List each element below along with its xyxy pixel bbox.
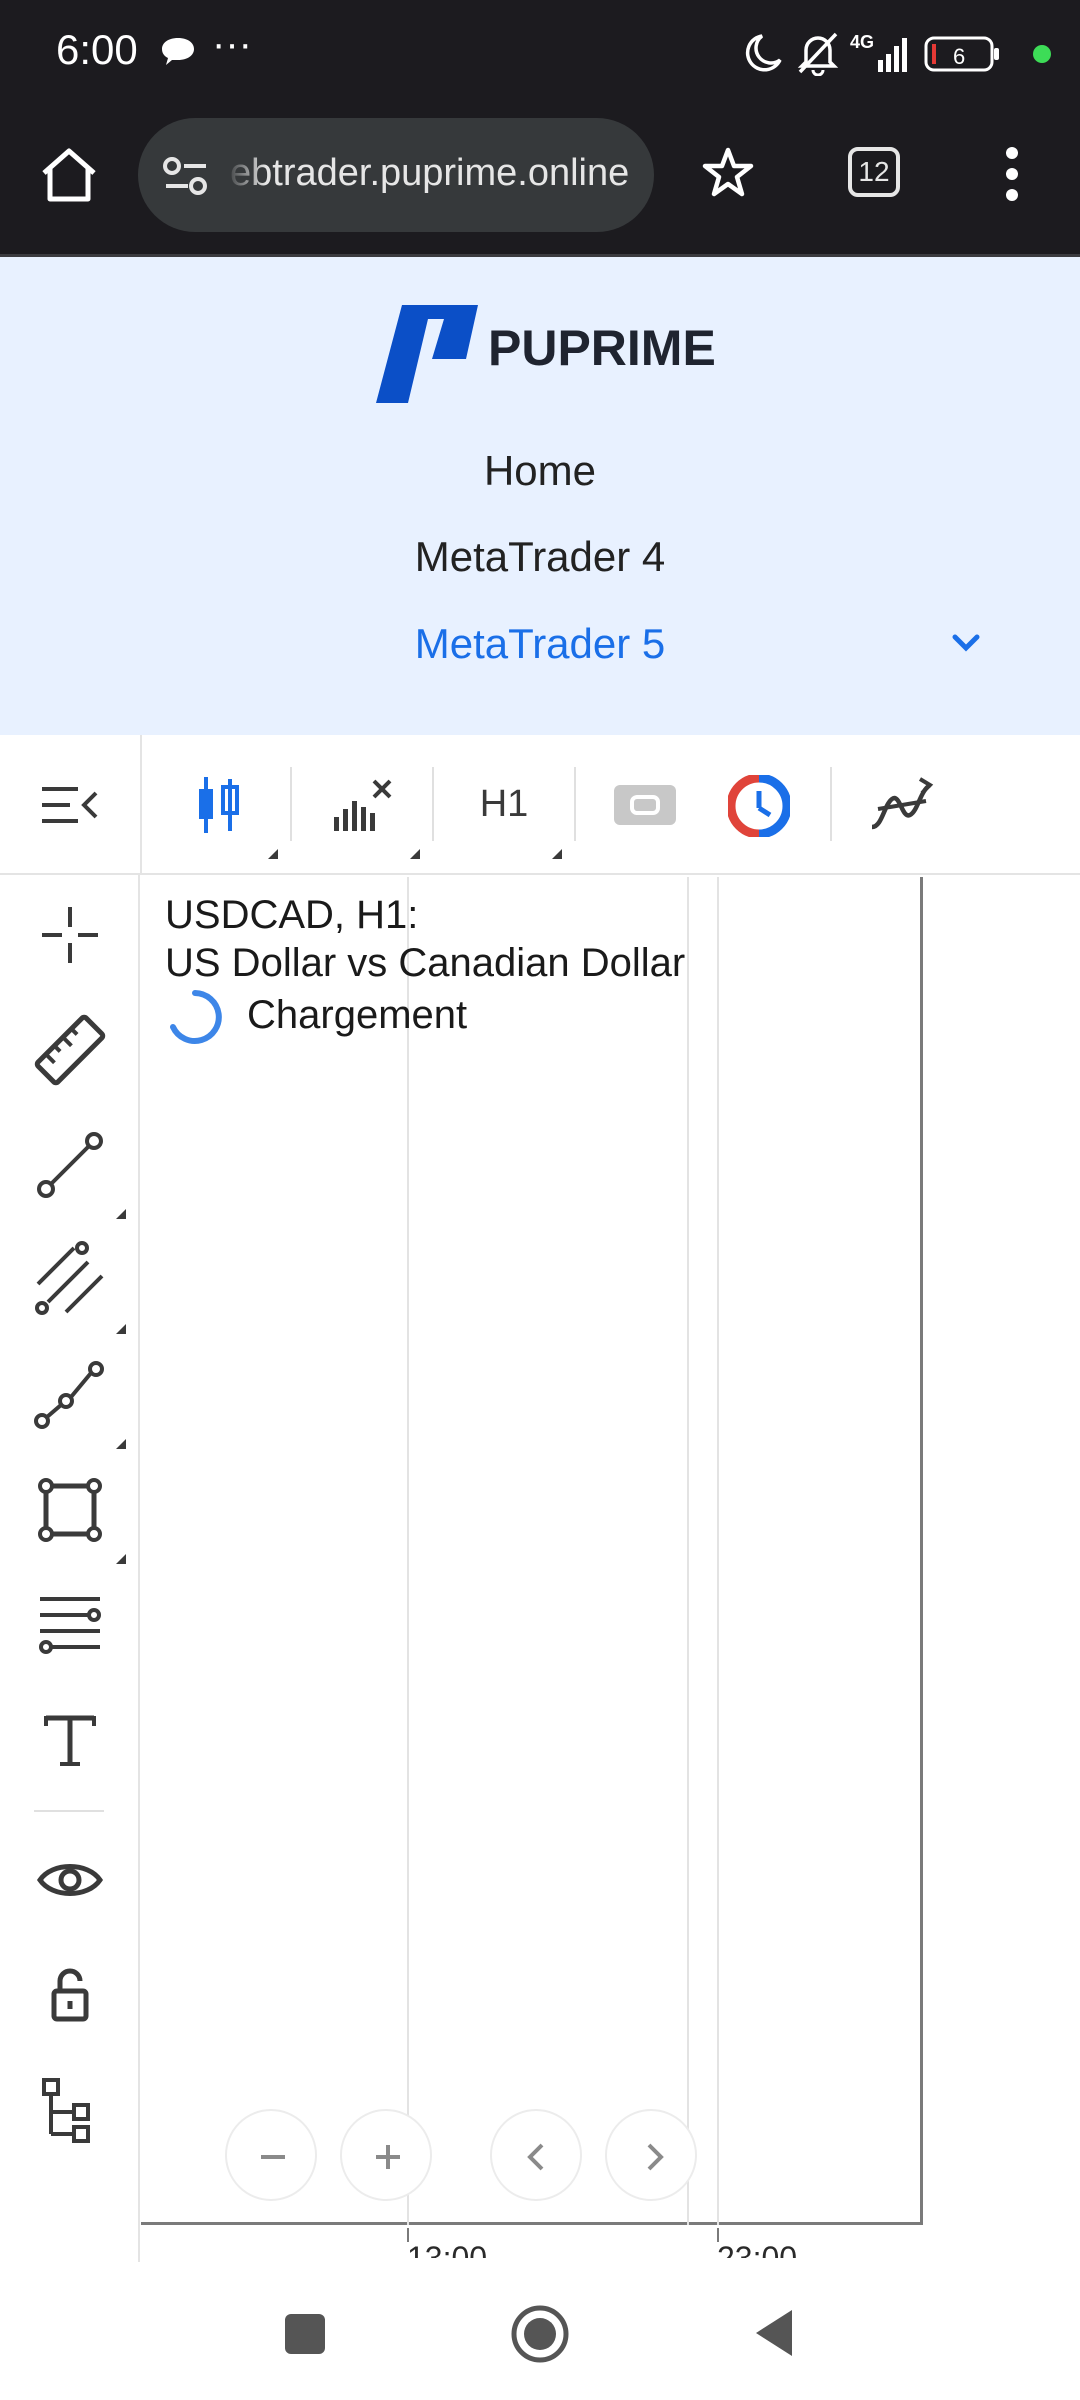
url-text: ebtrader.puprime.online xyxy=(230,152,630,194)
indicators-button[interactable] xyxy=(292,735,432,875)
trend-line-icon xyxy=(37,1132,103,1198)
loading-text: Chargement xyxy=(247,993,468,1037)
chart-symbol-info: USDCAD, H1: US Dollar vs Canadian Dollar xyxy=(165,891,685,987)
loading-indicator: Chargement xyxy=(165,987,467,1047)
chart-symbol-line: USDCAD, H1: xyxy=(165,893,419,937)
battery-icon: 6 xyxy=(924,36,999,72)
fibonacci-lines-icon xyxy=(39,1597,101,1654)
browser-toolbar: ebtrader.puprime.online 12 xyxy=(0,105,1080,257)
svg-text:4G: 4G xyxy=(850,32,874,52)
do-not-disturb-moon-icon xyxy=(745,34,782,72)
site-settings-icon[interactable] xyxy=(162,156,210,196)
trend-line-tool-button[interactable] xyxy=(30,1125,110,1205)
ruler-icon xyxy=(34,1014,106,1086)
chart-canvas[interactable]: USDCAD, H1: US Dollar vs Canadian Dollar… xyxy=(141,877,923,2225)
puprime-logo-icon[interactable] xyxy=(374,299,484,405)
nav-home-link[interactable]: Home xyxy=(0,447,1080,495)
back-button-icon[interactable] xyxy=(752,2308,796,2358)
scroll-right-button[interactable] xyxy=(605,2109,697,2201)
status-right-icons: 4G 6 xyxy=(740,30,1060,77)
bookmark-star-icon[interactable] xyxy=(700,145,756,201)
polyline-icon xyxy=(34,1361,104,1429)
indicators-icon xyxy=(334,779,392,831)
home-button-icon[interactable] xyxy=(510,2304,570,2364)
unlock-icon xyxy=(51,1968,89,2022)
recent-apps-icon[interactable] xyxy=(283,2312,327,2356)
grid-line xyxy=(407,877,409,2225)
zoom-out-button[interactable] xyxy=(225,2109,317,2201)
chart-type-button[interactable] xyxy=(150,735,290,875)
home-icon[interactable] xyxy=(38,143,100,205)
rectangle-shape-icon xyxy=(38,1478,102,1542)
lock-drawings-button[interactable] xyxy=(30,1955,110,2035)
time-axis-label: 13:00 xyxy=(407,2240,488,2258)
nav-mt4-link[interactable]: MetaTrader 4 xyxy=(0,533,1080,581)
drawing-tools-sidebar xyxy=(0,875,140,2265)
zoom-in-button[interactable] xyxy=(340,2109,432,2201)
auto-trading-button[interactable] xyxy=(720,735,800,875)
time-axis-label: 23:00 xyxy=(717,2240,798,2258)
chevron-left-icon xyxy=(527,2143,544,2171)
object-tree-icon xyxy=(42,2078,90,2143)
crosshair-tool-button[interactable] xyxy=(30,895,110,975)
fibonacci-tool-button[interactable] xyxy=(30,1585,110,1665)
visibility-toggle-button[interactable] xyxy=(30,1840,110,1920)
text-icon xyxy=(44,1715,96,1766)
polyline-tool-button[interactable] xyxy=(30,1355,110,1435)
timeframe-label: H1 xyxy=(479,783,529,825)
site-header: PUPRIME Home MetaTrader 4 MetaTrader 5 xyxy=(0,257,1080,735)
status-bar: 6:00 ··· 4G 6 xyxy=(0,0,1080,105)
one-click-trading-button[interactable] xyxy=(600,735,690,875)
signal-icon: 4G xyxy=(850,32,907,72)
toggle-panel-button[interactable] xyxy=(0,735,140,875)
active-dot-icon xyxy=(1033,45,1051,63)
chevron-right-icon xyxy=(647,2143,664,2171)
parallel-channel-icon xyxy=(35,1241,104,1315)
clock-icon xyxy=(728,775,790,837)
grid-line xyxy=(717,877,719,2225)
measure-tool-button[interactable] xyxy=(30,1010,110,1090)
timeframe-button[interactable]: H1 xyxy=(434,735,574,875)
text-tool-button[interactable] xyxy=(30,1700,110,1780)
collapse-menu-icon xyxy=(42,787,98,823)
chart-top-toolbar: H1 xyxy=(0,735,1080,875)
chart-symbol-description: US Dollar vs Canadian Dollar xyxy=(165,941,686,985)
eye-icon xyxy=(36,1864,104,1896)
crosshair-icon xyxy=(42,907,98,963)
grid-line xyxy=(687,877,689,2225)
scroll-left-button[interactable] xyxy=(490,2109,582,2201)
svg-text:6: 6 xyxy=(953,44,965,69)
address-bar[interactable]: ebtrader.puprime.online xyxy=(138,118,654,232)
minus-icon xyxy=(261,2155,285,2159)
time-axis: 13:00 23:00 xyxy=(141,2228,923,2258)
tab-switcher-button[interactable]: 12 xyxy=(848,147,900,197)
trend-wave-icon xyxy=(871,777,934,830)
channel-tool-button[interactable] xyxy=(30,1240,110,1320)
one-click-trading-icon xyxy=(614,785,676,825)
status-time: 6:00 xyxy=(56,26,138,73)
plus-icon xyxy=(376,2145,400,2169)
system-navigation-bar xyxy=(0,2262,1080,2400)
muted-bell-icon xyxy=(797,32,839,77)
brand-name: PUPRIME xyxy=(488,320,716,376)
candlestick-icon xyxy=(199,777,239,833)
status-more-dots: ··· xyxy=(212,22,252,66)
chevron-down-icon[interactable] xyxy=(952,633,980,653)
shapes-tool-button[interactable] xyxy=(30,1470,110,1550)
loading-spinner-icon xyxy=(170,990,222,1044)
signals-button[interactable] xyxy=(850,735,950,875)
overflow-menu-icon[interactable] xyxy=(1000,145,1024,203)
object-tree-button[interactable] xyxy=(30,2070,110,2150)
nav-mt5-link[interactable]: MetaTrader 5 xyxy=(0,620,1080,668)
